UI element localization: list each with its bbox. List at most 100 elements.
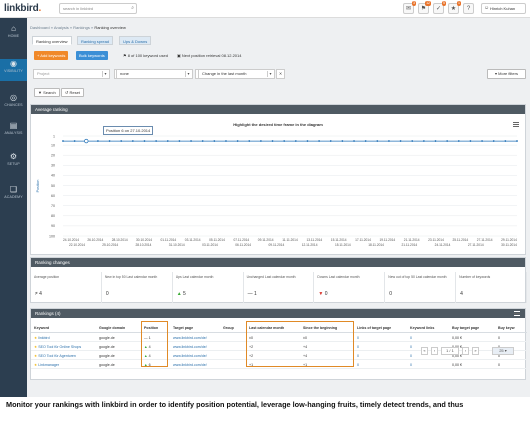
data-point (353, 140, 355, 142)
column-header[interactable]: Last calendar month (249, 326, 284, 330)
data-point (388, 140, 390, 142)
pager-page-input[interactable]: 1 / 1 (441, 347, 459, 355)
y-tick-label: 50 (51, 184, 55, 188)
sidebar-item-academy[interactable]: ❑ ACADEMY (0, 185, 27, 207)
mail-icon[interactable]: ✉ 3 (403, 1, 416, 14)
tab-ranking-overview[interactable]: Ranking overview (32, 36, 72, 45)
tab-ranking-spread[interactable]: Ranking spread (77, 36, 114, 45)
help-icon[interactable]: ? (463, 3, 474, 14)
bulk-keywords-button[interactable]: Bulk keywords (76, 51, 108, 60)
cell-target[interactable]: www.linkbird.com/de/ (173, 363, 207, 367)
column-header[interactable]: Keyword links (410, 326, 434, 330)
period-select[interactable]: Change in the last month ▾ (198, 69, 275, 79)
column-header[interactable]: Links of target page (357, 326, 391, 330)
breadcrumb-item-rankings[interactable]: Rankings (73, 25, 90, 30)
search-button[interactable]: ▼ Search (34, 88, 60, 97)
column-header[interactable]: Group (223, 326, 234, 330)
breadcrumb-item-dashboard[interactable]: Dashboard (30, 25, 50, 30)
app-window: linkbird. search in linkbird ⌕ ✉ 3 ⚑ 12 ✓ 5… (0, 0, 530, 425)
breadcrumb-item-analysis[interactable]: Analysis (54, 25, 69, 30)
column-header[interactable]: Buy target page (452, 326, 479, 330)
sidebar-item-visibility[interactable]: ◉ VISIBILITY (0, 59, 27, 81)
table-menu-icon[interactable] (514, 311, 520, 316)
pager-next-button[interactable]: › (462, 347, 469, 355)
arrow-up-icon: ▲ (144, 345, 149, 349)
y-tick-label: 1 (53, 134, 55, 138)
x-tick-label-secondary: 03.11.2014 (202, 243, 218, 247)
cell-target[interactable]: www.linkbird.com/de/ (173, 336, 207, 340)
data-point (143, 140, 146, 142)
arrow-up-icon: ▲ (144, 354, 149, 358)
sidebar-item-home[interactable]: ⌂ HOME (0, 24, 27, 46)
data-point (213, 140, 216, 142)
table-row[interactable]: ★ Linkmanager google.de ▲ 6 www.linkbird.co… (31, 361, 527, 369)
column-header[interactable]: Keyword (34, 326, 49, 330)
pager-last-button[interactable]: » (472, 347, 479, 355)
filter-select[interactable]: none ▾ (116, 69, 193, 79)
x-tick-label-secondary: 12.11.2014 (302, 243, 318, 247)
cell-target[interactable]: www.linkbird.com/de/ (173, 345, 207, 349)
user-name: Hinrich Kuhan (490, 6, 516, 11)
ranking-change-label: Number of keywords (459, 275, 491, 279)
column-header[interactable]: Position (144, 326, 158, 330)
data-point (329, 140, 332, 142)
check-icon[interactable]: ✓ 5 (433, 1, 446, 14)
top-bar: linkbird. search in linkbird ⌕ ✉ 3 ⚑ 12 ✓ 5… (0, 0, 530, 18)
column-header[interactable]: Target page (173, 326, 193, 330)
column-header[interactable]: Google domain (99, 326, 125, 330)
data-point (120, 140, 123, 142)
cell-target[interactable]: www.linkbird.com/de/ (173, 354, 207, 358)
x-tick-label-secondary: 18.11.2014 (368, 243, 384, 247)
sidebar-item-chances[interactable]: ◎ CHANCES (0, 93, 27, 115)
add-keywords-button[interactable]: + Add keywords (34, 51, 69, 60)
pager-prev-button[interactable]: ‹ (431, 347, 438, 355)
user-menu[interactable]: ☺ Hinrich Kuhan (481, 3, 526, 14)
y-tick-label: 10 (51, 143, 55, 147)
ranking-change-cell: New out of top 50 Last calendar month 0 (385, 272, 457, 303)
cell-keyword[interactable]: ★ linkbird (34, 336, 50, 340)
target-icon: ◎ (10, 93, 17, 102)
star-icon[interactable]: ★ (34, 354, 38, 358)
column-header[interactable]: Buy keyw (498, 326, 515, 330)
caption-text: Monitor your rankings with linkbird in o… (0, 397, 530, 425)
table-row[interactable]: ★ linkbird google.de — 1 www.linkbird.com/d… (31, 334, 527, 342)
tab-ups-downs[interactable]: Ups & Downs (119, 36, 152, 45)
search-input[interactable]: search in linkbird ⌕ (59, 3, 137, 14)
average-ranking-chart[interactable]: Highlight the desired time frame in the … (31, 114, 525, 254)
more-filters-button[interactable]: ▾ More filters (487, 69, 526, 79)
period-clear-button[interactable]: ✕ (276, 69, 285, 79)
search-icon[interactable]: ⌕ (131, 5, 134, 11)
x-tick-label: 30.10.2014 (136, 238, 152, 242)
sidebar-item-analysis[interactable]: ▤ ANALYSIS (0, 121, 27, 143)
cell-position: ▲ 4 (144, 345, 151, 349)
cell-position: ▲ 6 (144, 363, 151, 367)
table-header: Keyword Google domain Position Target page G… (31, 323, 527, 333)
data-point (504, 140, 507, 142)
flag-icon[interactable]: ⚑ 12 (418, 1, 431, 14)
star-icon[interactable]: ★ (34, 336, 38, 340)
ranking-change-value: ▲ 5 (176, 291, 186, 297)
column-header[interactable]: Since the beginning (303, 326, 337, 330)
reset-button[interactable]: ↺ Reset (61, 88, 84, 97)
x-tick-label-secondary: 22.10.2014 (69, 243, 85, 247)
cell-keyword[interactable]: ★ SEO Tool für Agenturen (34, 354, 76, 358)
data-point (283, 140, 286, 142)
per-page-select[interactable]: 25 ▾ (492, 347, 514, 355)
cell-since-beginning: ±0 (303, 336, 307, 340)
ranking-change-value: ▼ 0 (318, 291, 328, 297)
star-icon[interactable]: ★ (34, 363, 38, 367)
cell-keyword[interactable]: ★ Linkmanager (34, 363, 59, 367)
cell-since-beginning: +1 (303, 363, 308, 367)
linkbird-logo[interactable]: linkbird. (4, 3, 41, 14)
cell-buy-kw: 0 (498, 363, 500, 367)
project-select[interactable]: Project ▾ (33, 69, 110, 79)
star-icon[interactable]: ★ (34, 345, 38, 349)
cell-keyword[interactable]: ★ SEO Tool für Online Shops (34, 345, 81, 349)
x-tick-label: 13.11.2014 (306, 238, 322, 242)
cell-kw-links: 0 (410, 354, 412, 358)
star-icon[interactable]: ★ 1 (448, 1, 461, 14)
panel-title: Rankings (4) (31, 309, 525, 318)
sidebar-item-setup[interactable]: ⚙ SETUP (0, 152, 27, 174)
pager-first-button[interactable]: « (421, 347, 428, 355)
y-axis-label: Position (36, 180, 40, 193)
